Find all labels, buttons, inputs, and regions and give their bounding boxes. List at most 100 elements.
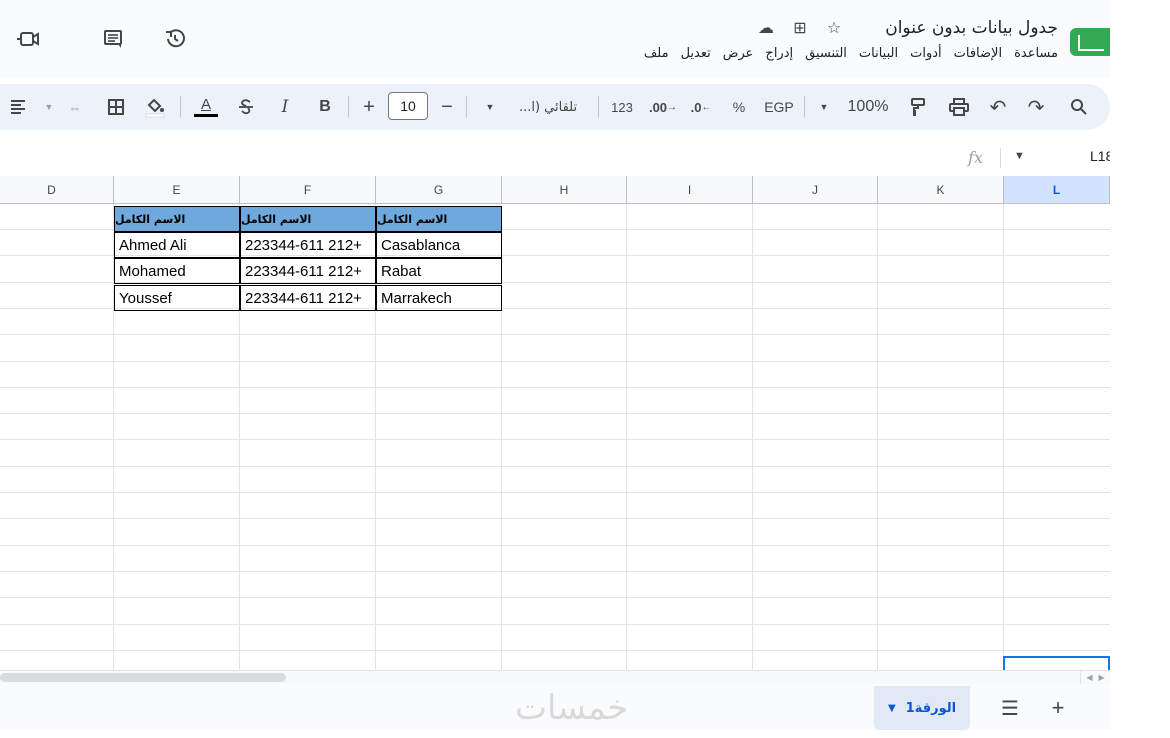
grid-line (877, 204, 878, 670)
grid-row-line (0, 520, 1110, 546)
comments-icon[interactable] (96, 22, 130, 56)
menu-edit[interactable]: تعديل (681, 46, 711, 61)
redo-icon[interactable]: ↷ (1024, 84, 1048, 130)
text-color-button[interactable]: A (192, 84, 220, 130)
font-size-input[interactable]: 10 (388, 92, 428, 120)
fill-color-icon[interactable] (142, 84, 168, 130)
column-header-f[interactable]: F (240, 176, 376, 204)
undo-icon[interactable]: ↶ (986, 84, 1010, 130)
increase-font-size-button[interactable]: + (358, 84, 380, 130)
sheets-logo-icon[interactable] (1070, 28, 1110, 56)
table-cell[interactable]: 223344-611 212+ (240, 285, 376, 311)
percent-format-button[interactable]: % (728, 84, 750, 130)
font-dropdown-icon[interactable]: ▼ (478, 84, 502, 130)
borders-icon[interactable] (104, 84, 128, 130)
decrease-font-size-button[interactable]: − (436, 84, 458, 130)
menu-tools[interactable]: أدوات (910, 46, 942, 61)
search-icon[interactable] (1066, 84, 1092, 130)
header-cell[interactable]: الاسم الكامل (376, 206, 502, 232)
bold-button[interactable]: B (314, 84, 336, 130)
sheet-tab-active[interactable]: الورقة1 ▼ (874, 686, 970, 730)
column-header-g[interactable]: G (376, 176, 502, 204)
add-sheet-icon[interactable]: + (1044, 694, 1072, 722)
name-box-dropdown-icon[interactable]: ▼ (1014, 150, 1025, 162)
column-header-e[interactable]: E (114, 176, 240, 204)
table-cell[interactable]: Rabat (376, 258, 502, 284)
zoom-select[interactable]: 100% (840, 84, 896, 130)
header-cell[interactable]: الاسم الكامل (240, 206, 376, 232)
align-icon[interactable] (4, 84, 32, 130)
font-family-select[interactable]: تلقائي (ا... (508, 84, 588, 130)
grid-row-line (0, 414, 1110, 441)
header-cell[interactable]: الاسم الكامل (114, 206, 240, 232)
text-color-label: A (200, 96, 211, 113)
menu-format[interactable]: التنسيق (805, 46, 847, 61)
column-header-h[interactable]: H (502, 176, 627, 204)
toolbar-separator (180, 96, 181, 118)
toolbar-separator (598, 96, 599, 118)
formula-bar[interactable] (0, 140, 1110, 176)
grid-row-line (0, 546, 1110, 572)
currency-format-button[interactable]: EGP (758, 84, 800, 130)
grid-row-line (0, 625, 1110, 651)
sheet-dropdown-icon[interactable]: ▼ (888, 703, 896, 714)
document-title[interactable]: جدول بيانات بدون عنوان (885, 18, 1058, 38)
grid-row-line (0, 572, 1110, 599)
menu-view[interactable]: عرض (723, 46, 754, 61)
table-cell[interactable]: 223344-611 212+ (240, 232, 376, 258)
number-format-button[interactable]: 123 (606, 84, 638, 130)
active-cell-selection[interactable] (1003, 656, 1110, 670)
table-cell[interactable]: Marrakech (376, 285, 502, 311)
align-dropdown-icon[interactable]: ▼ (40, 84, 58, 130)
move-to-folder-icon[interactable]: ⊞ (790, 18, 810, 38)
menu-extensions[interactable]: الإضافات (954, 46, 1002, 61)
menu-data[interactable]: البيانات (859, 46, 898, 61)
all-sheets-icon[interactable]: ☰ (996, 694, 1024, 722)
scrollbar-thumb[interactable] (0, 673, 286, 682)
grid-line (1003, 204, 1004, 670)
column-header-d[interactable]: D (0, 176, 114, 204)
version-history-icon[interactable] (158, 22, 192, 56)
grid-row-line (0, 336, 1110, 362)
decrease-decimal-button[interactable]: .0 ← (686, 84, 716, 130)
decrease-decimal-label: .0 (690, 99, 702, 115)
table-cell[interactable]: Mohamed (114, 258, 240, 284)
grid-line (752, 204, 753, 670)
name-box[interactable]: L18 (1090, 148, 1110, 164)
strikethrough-icon[interactable] (234, 84, 258, 130)
star-icon[interactable]: ☆ (824, 18, 844, 38)
grid-row-line (0, 388, 1110, 415)
column-header-k[interactable]: K (878, 176, 1004, 204)
zoom-dropdown-icon[interactable]: ▼ (814, 84, 834, 130)
print-icon[interactable] (946, 84, 972, 130)
grid-row-line (0, 467, 1110, 493)
fx-icon: fx (968, 148, 983, 167)
page-margin (1110, 0, 1170, 738)
grid-line (626, 204, 627, 670)
grid-row-line (0, 599, 1110, 625)
cloud-status-icon[interactable]: ☁ (756, 18, 776, 38)
table-cell[interactable]: Casablanca (376, 232, 502, 258)
menu-help[interactable]: مساعدة (1014, 46, 1058, 61)
table-cell[interactable]: Ahmed Ali (114, 232, 240, 258)
meet-video-icon[interactable] (12, 22, 46, 56)
arrow-right-icon: → (667, 101, 678, 113)
table-cell[interactable]: 223344-611 212+ (240, 258, 376, 284)
scroll-right-icon[interactable]: ▶ (1099, 673, 1105, 682)
scroll-arrows[interactable]: ◀ ▶ (1080, 670, 1110, 684)
increase-decimal-button[interactable]: .00 → (646, 84, 680, 130)
paint-format-icon[interactable] (906, 84, 930, 130)
italic-button[interactable]: I (274, 84, 296, 130)
column-header-j[interactable]: J (753, 176, 878, 204)
spreadsheet-app: ☁ ⊞ ☆ جدول بيانات بدون عنوان ملف تعديل ع… (0, 0, 1110, 738)
menu-file[interactable]: ملف (644, 46, 669, 61)
menu-insert[interactable]: إدراج (765, 46, 793, 61)
table-cell[interactable]: Youssef (114, 285, 240, 311)
toolbar-separator (466, 96, 467, 118)
merge-cells-icon[interactable]: ⇔ (62, 84, 88, 130)
menu-bar: ملف تعديل عرض إدراج التنسيق البيانات أدو… (644, 46, 1058, 61)
scroll-left-icon[interactable]: ◀ (1086, 673, 1092, 682)
column-header-i[interactable]: I (627, 176, 753, 204)
column-header-l[interactable]: L (1004, 176, 1110, 204)
toolbar-separator (804, 96, 805, 118)
